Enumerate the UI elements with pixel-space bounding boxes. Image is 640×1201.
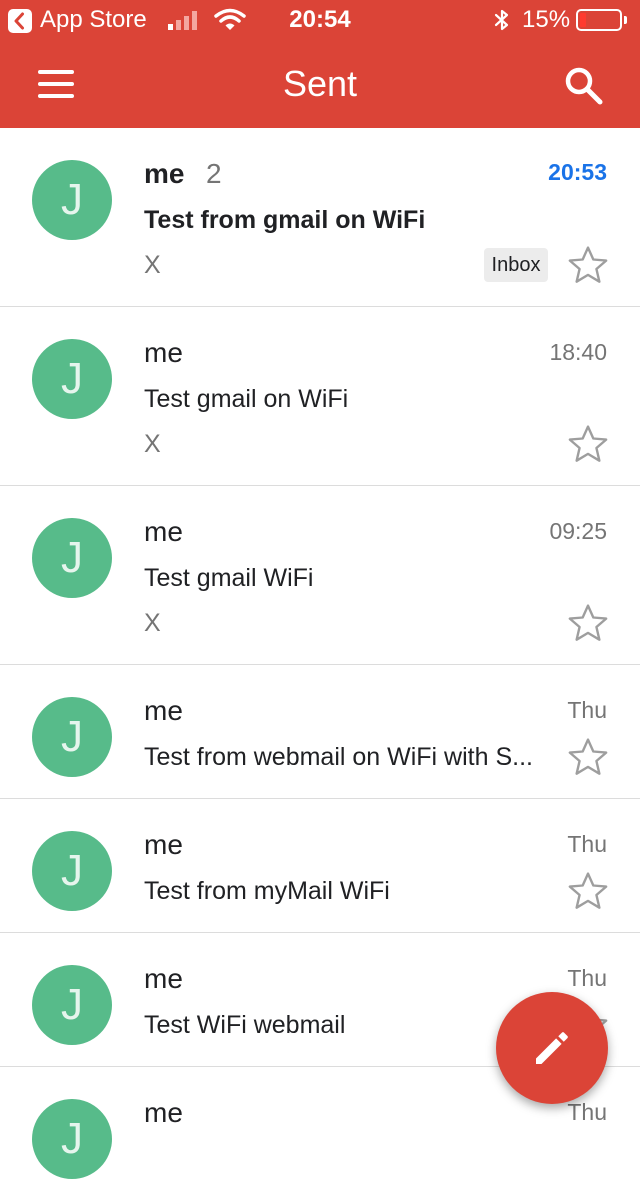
status-bar: App Store 20:54 15% <box>0 0 640 40</box>
email-time: 18:40 <box>549 339 607 365</box>
avatar[interactable]: J <box>32 831 112 911</box>
star-icon[interactable] <box>566 869 610 913</box>
email-row[interactable]: J me Thu Test from myMail WiFi <box>0 799 640 933</box>
search-icon[interactable] <box>560 62 608 110</box>
email-snippet: X <box>144 609 161 637</box>
email-subject: Test WiFi webmail <box>144 1011 346 1039</box>
pencil-icon <box>536 1032 568 1064</box>
email-row[interactable]: J me 2 20:53 Test from gmail on WiFi X I… <box>0 128 640 307</box>
star-icon[interactable] <box>566 601 610 645</box>
label-chip: Inbox <box>484 248 548 282</box>
star-icon[interactable] <box>566 735 610 779</box>
email-row[interactable]: J me Thu Test from webmail on WiFi with … <box>0 665 640 799</box>
email-subject: Test from webmail on WiFi with S... <box>144 743 533 771</box>
battery-percent: 15% <box>522 6 571 33</box>
email-sender: me <box>144 1097 183 1128</box>
thread-count: 2 <box>206 158 222 189</box>
email-time: Thu <box>567 965 607 991</box>
app-bar: Sent <box>0 40 640 128</box>
email-time: Thu <box>567 697 607 723</box>
email-sender: me <box>144 158 185 189</box>
email-subject: Test from myMail WiFi <box>144 877 390 905</box>
avatar[interactable]: J <box>32 339 112 419</box>
avatar[interactable]: J <box>32 697 112 777</box>
email-subject: Test gmail WiFi <box>144 564 314 592</box>
email-sender: me <box>144 337 183 368</box>
email-snippet: X <box>144 430 161 458</box>
email-sender: me <box>144 829 183 860</box>
email-snippet: X <box>144 251 161 279</box>
email-row[interactable]: J me 09:25 Test gmail WiFi X <box>0 486 640 665</box>
email-time: Thu <box>567 831 607 857</box>
email-sender: me <box>144 516 183 547</box>
battery-icon <box>576 9 622 31</box>
email-row[interactable]: J me 18:40 Test gmail on WiFi X <box>0 307 640 486</box>
email-sender: me <box>144 695 183 726</box>
email-sender: me <box>144 963 183 994</box>
avatar[interactable]: J <box>32 160 112 240</box>
email-time: 20:53 <box>548 159 607 185</box>
email-subject: Test from gmail on WiFi <box>144 206 426 234</box>
bluetooth-icon <box>494 9 509 31</box>
email-subject: Test gmail on WiFi <box>144 385 349 413</box>
star-icon[interactable] <box>566 422 610 466</box>
email-time: 09:25 <box>549 518 607 544</box>
avatar[interactable]: J <box>32 518 112 598</box>
avatar[interactable]: J <box>32 965 112 1045</box>
star-icon[interactable] <box>566 243 610 287</box>
email-time: Thu <box>567 1099 607 1125</box>
avatar[interactable]: J <box>32 1099 112 1179</box>
compose-button[interactable] <box>496 992 608 1104</box>
page-title: Sent <box>282 63 358 104</box>
